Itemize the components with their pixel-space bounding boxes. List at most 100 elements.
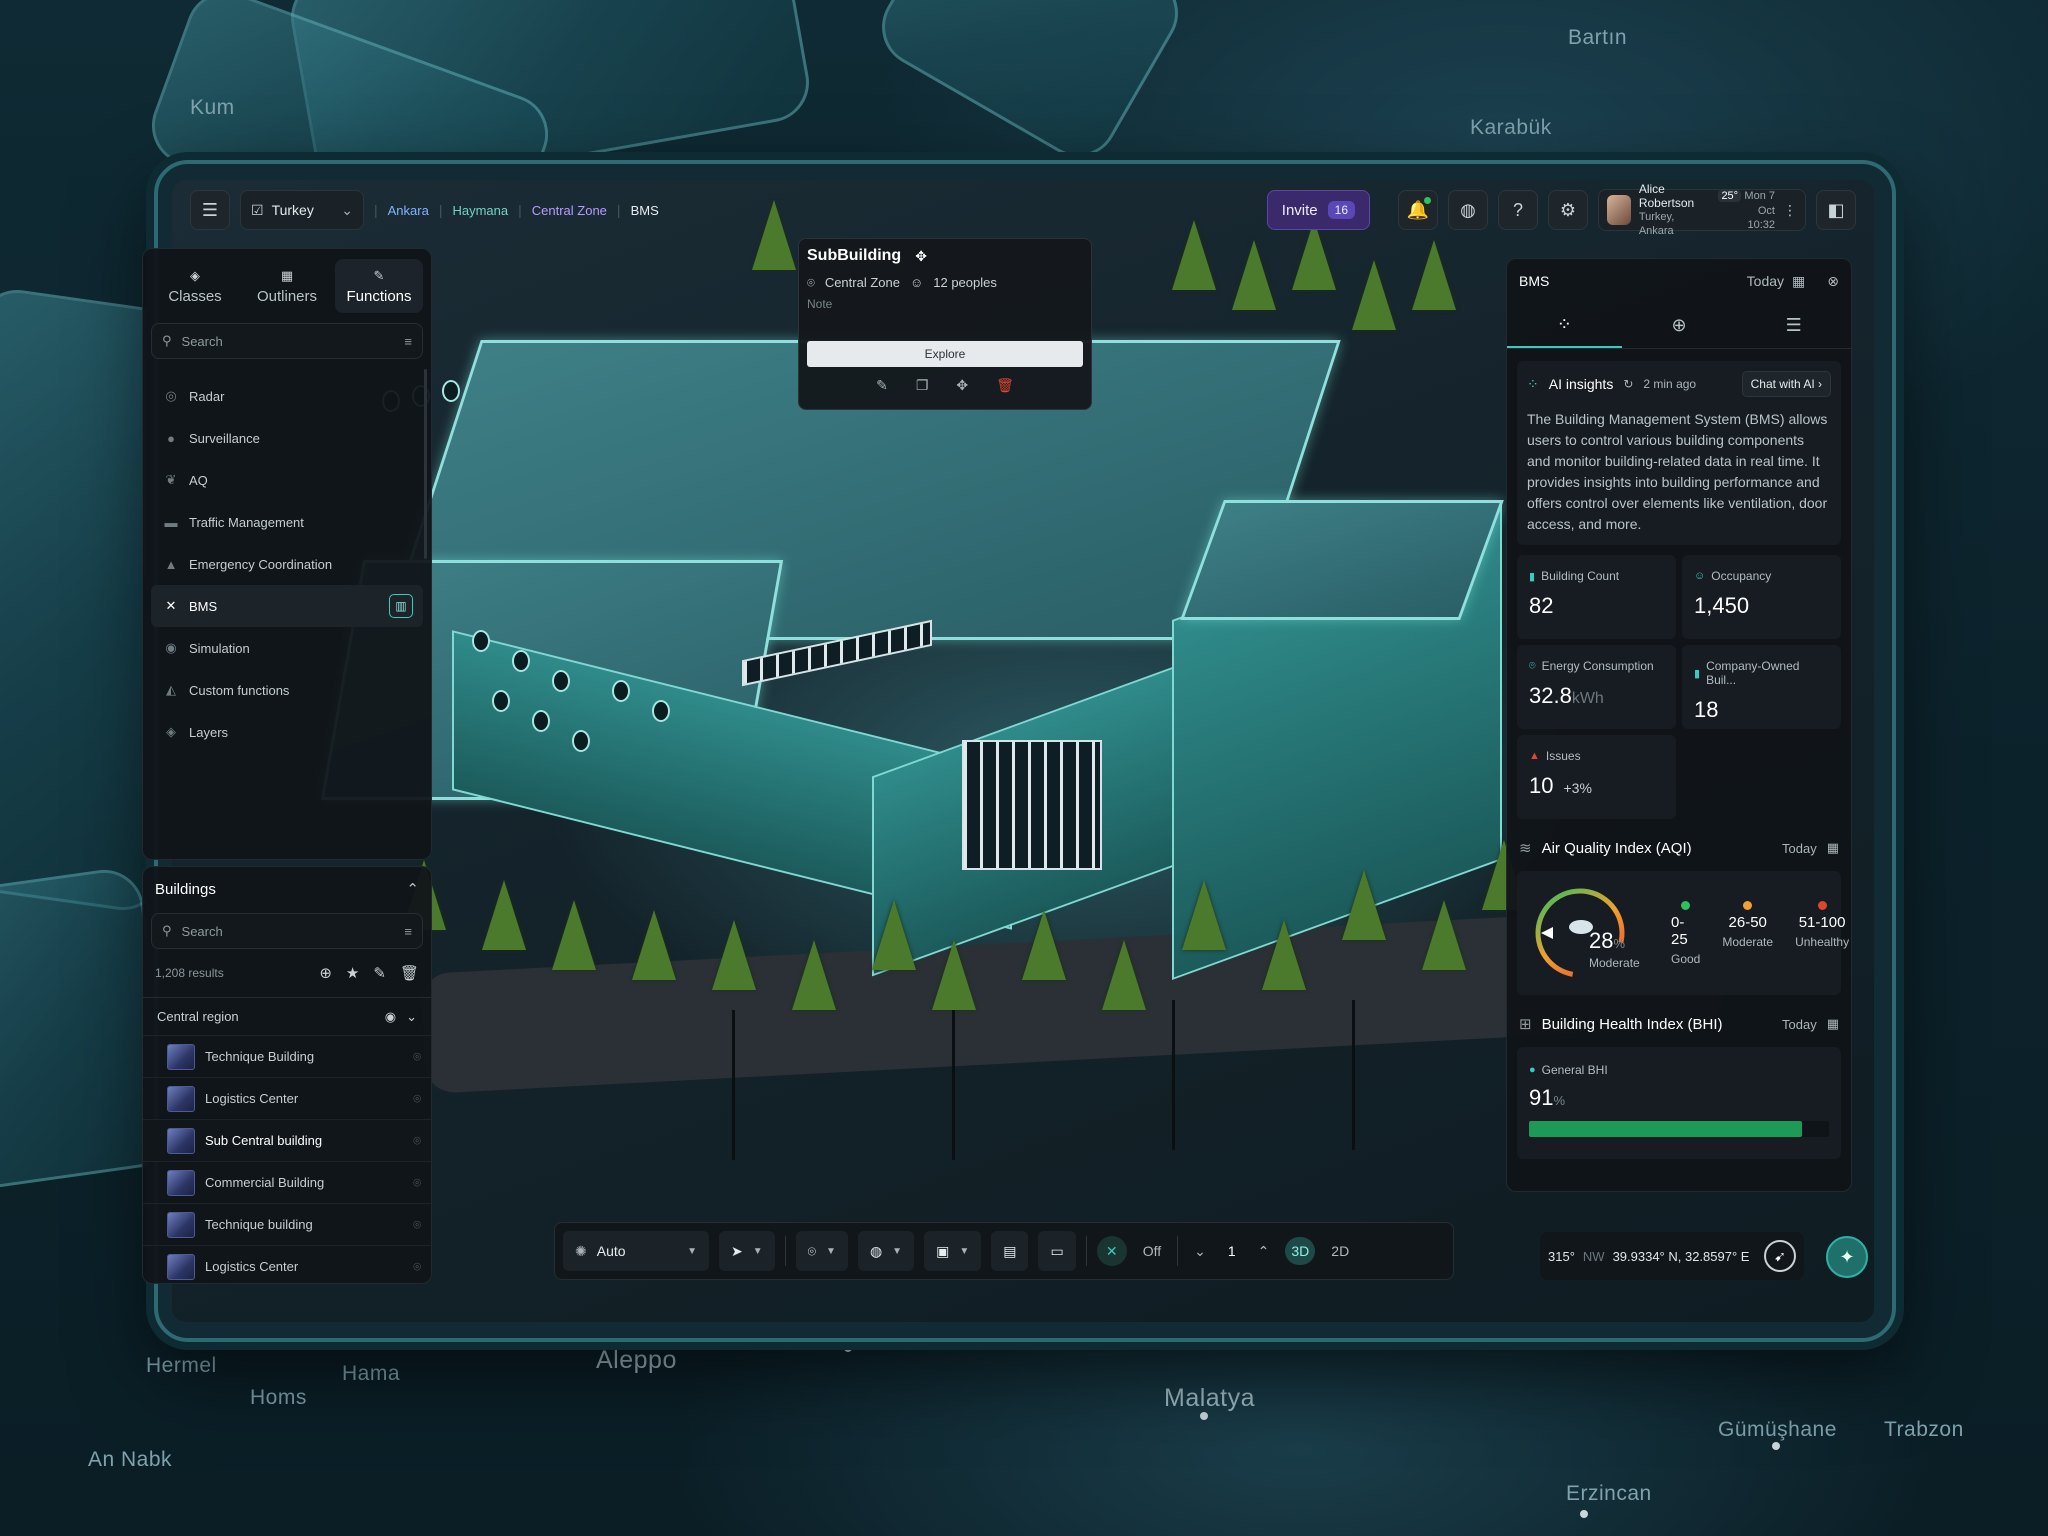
function-item-layers[interactable]: ◈ Layers: [151, 711, 423, 753]
filter-icon[interactable]: ≡: [404, 924, 412, 939]
function-item-radar[interactable]: ◎ Radar: [151, 375, 423, 417]
close-icon[interactable]: ⊗: [1827, 273, 1839, 290]
building-list-item[interactable]: Commercial Building ⌾: [143, 1161, 431, 1203]
function-item-traffic[interactable]: ▬ Traffic Management: [151, 501, 423, 543]
building-list-item[interactable]: Logistics Center ⌾: [143, 1245, 431, 1287]
tab-overview[interactable]: ⁘: [1507, 303, 1622, 348]
help-button[interactable]: ?: [1498, 190, 1538, 230]
add-icon[interactable]: ⊕: [319, 964, 332, 982]
tree: [482, 880, 526, 950]
function-item-custom[interactable]: ◭ Custom functions: [151, 669, 423, 711]
calendar-icon[interactable]: ▦: [1827, 1016, 1839, 1032]
function-item-aq[interactable]: ❦ AQ: [151, 459, 423, 501]
kpi-occupancy[interactable]: ☺ Occupancy 1,450: [1682, 555, 1841, 639]
kpi-energy[interactable]: ⌾ Energy Consumption 32.8kWh: [1517, 645, 1676, 729]
copy-icon[interactable]: ❐: [916, 377, 929, 394]
tree: [1182, 880, 1226, 950]
function-item-surveillance[interactable]: ● Surveillance: [151, 417, 423, 459]
tab-outliners[interactable]: ▦ Outliners: [243, 259, 331, 313]
cursor-icon: ➤: [731, 1242, 743, 1259]
kpi-building-count[interactable]: ▮ Building Count 82: [1517, 555, 1676, 639]
chevron-up-icon[interactable]: ⌃: [1252, 1237, 1276, 1266]
menu-button[interactable]: ☰: [190, 190, 230, 230]
globe-tool-button[interactable]: ◍ ▼: [857, 1231, 915, 1271]
close-icon[interactable]: ✕: [163, 598, 179, 614]
trash-icon[interactable]: 🗑: [400, 964, 419, 982]
lat-lon: 39.9334° N, 32.8597° E: [1612, 1248, 1750, 1264]
user-menu[interactable]: Alice Robertson Turkey, Ankara 25° Mon 7…: [1598, 182, 1806, 237]
kpi-issues[interactable]: ▲ Issues 10 +3%: [1517, 735, 1676, 819]
image-tool-button[interactable]: ▣ ▼: [924, 1231, 982, 1271]
refresh-icon[interactable]: ↻: [1623, 377, 1633, 391]
panel-toggle-button[interactable]: ◧: [1816, 190, 1856, 230]
view-3d-toggle[interactable]: 3D: [1285, 1237, 1316, 1265]
chevron-down-icon[interactable]: ⌄: [1188, 1237, 1212, 1266]
function-item-emergency[interactable]: ▲ Emergency Coordination: [151, 543, 423, 585]
location-pin-icon[interactable]: ⌾: [413, 1175, 421, 1191]
date-filter[interactable]: Today: [1782, 1017, 1817, 1032]
breadcrumb-central-zone[interactable]: Central Zone: [532, 203, 607, 218]
move-icon[interactable]: ✥: [956, 377, 968, 394]
function-item-simulation[interactable]: ◉ Simulation: [151, 627, 423, 669]
breadcrumb-bms[interactable]: BMS: [631, 203, 659, 218]
pointer-tool-button[interactable]: ➤ ▼: [719, 1231, 775, 1271]
building-list-item[interactable]: Sub Central building ⌾: [143, 1119, 431, 1161]
location-pin-icon[interactable]: ⌾: [413, 1049, 421, 1065]
tab-functions[interactable]: ✎ Functions: [335, 259, 423, 313]
breadcrumb-haymana[interactable]: Haymana: [452, 203, 508, 218]
delete-icon[interactable]: 🗑: [996, 377, 1014, 394]
country-selector[interactable]: ☑ Turkey ⌄: [240, 190, 364, 230]
marker-tool-button[interactable]: ⌾ ▼: [795, 1231, 848, 1271]
messenger-button[interactable]: ◍: [1448, 190, 1488, 230]
location-pin-icon[interactable]: ⌾: [413, 1259, 421, 1275]
functions-search-input[interactable]: ⚲ Search ≡: [151, 323, 423, 359]
tab-add[interactable]: ⊕: [1622, 303, 1737, 348]
sidebar-icon: ◧: [1827, 199, 1845, 220]
map-tool-button[interactable]: ▤: [991, 1231, 1029, 1271]
kpi-company-owned[interactable]: ▮ Company-Owned Buil... 18: [1682, 645, 1841, 729]
ai-assistant-button[interactable]: ✦: [1826, 1236, 1868, 1278]
edit-icon[interactable]: ✎: [373, 964, 386, 982]
filter-icon[interactable]: ≡: [404, 334, 412, 349]
location-pin-icon[interactable]: ⌾: [413, 1133, 421, 1149]
mode-dropdown[interactable]: ✺ Auto ▼: [563, 1231, 709, 1271]
chevron-down-icon[interactable]: ⌄: [406, 1009, 417, 1025]
scrollbar[interactable]: [424, 369, 427, 559]
breadcrumb-ankara[interactable]: Ankara: [388, 203, 429, 218]
legend-range: 26-50: [1728, 913, 1767, 931]
calendar-icon[interactable]: ▦: [1792, 273, 1805, 290]
edit-icon[interactable]: ✎: [876, 377, 888, 394]
date-filter[interactable]: Today: [1782, 841, 1817, 856]
buildings-search-input[interactable]: ⚲ Search ≡: [151, 913, 423, 949]
toggle-off-button[interactable]: ✕: [1096, 1236, 1127, 1266]
chat-with-ai-button[interactable]: Chat with AI ›: [1741, 371, 1831, 397]
region-group-header[interactable]: Central region ◉ ⌄: [143, 997, 431, 1035]
pin-panel-button[interactable]: ▥: [389, 594, 413, 618]
location-pin-icon[interactable]: ⌾: [413, 1217, 421, 1233]
view-2d-toggle[interactable]: 2D: [1325, 1237, 1355, 1265]
star-icon[interactable]: ★: [346, 964, 359, 982]
building-window: [572, 730, 590, 752]
comment-tool-button[interactable]: ▭: [1038, 1231, 1076, 1271]
building-list-item[interactable]: Technique building ⌾: [143, 1203, 431, 1245]
settings-button[interactable]: ⚙: [1548, 190, 1588, 230]
location-pin-icon[interactable]: ⌾: [413, 1091, 421, 1107]
move-icon[interactable]: ✥: [915, 248, 927, 265]
date-filter[interactable]: Today: [1747, 273, 1784, 289]
tab-list[interactable]: ☰: [1736, 303, 1851, 348]
function-item-bms[interactable]: ✕ BMS ▥: [151, 585, 423, 627]
more-vertical-icon[interactable]: ⋮: [1783, 202, 1797, 219]
eye-icon[interactable]: ◉: [385, 1009, 396, 1025]
calendar-icon[interactable]: ▦: [1827, 840, 1839, 856]
tab-classes[interactable]: ◈ Classes: [151, 259, 239, 313]
invite-button[interactable]: Invite 16: [1266, 190, 1370, 230]
compass-icon[interactable]: ➹: [1764, 1240, 1796, 1272]
building-list-item[interactable]: Technique Building ⌾: [143, 1035, 431, 1077]
building-roof[interactable]: [1180, 500, 1504, 620]
notifications-button[interactable]: 🔔: [1398, 190, 1438, 230]
explore-button[interactable]: Explore: [807, 341, 1083, 367]
building-list-item[interactable]: Logistics Center ⌾: [143, 1077, 431, 1119]
buildings-header[interactable]: Buildings ⌃: [143, 867, 431, 911]
building-name: Technique Building: [205, 1049, 315, 1064]
chevron-up-icon[interactable]: ⌃: [406, 880, 419, 898]
